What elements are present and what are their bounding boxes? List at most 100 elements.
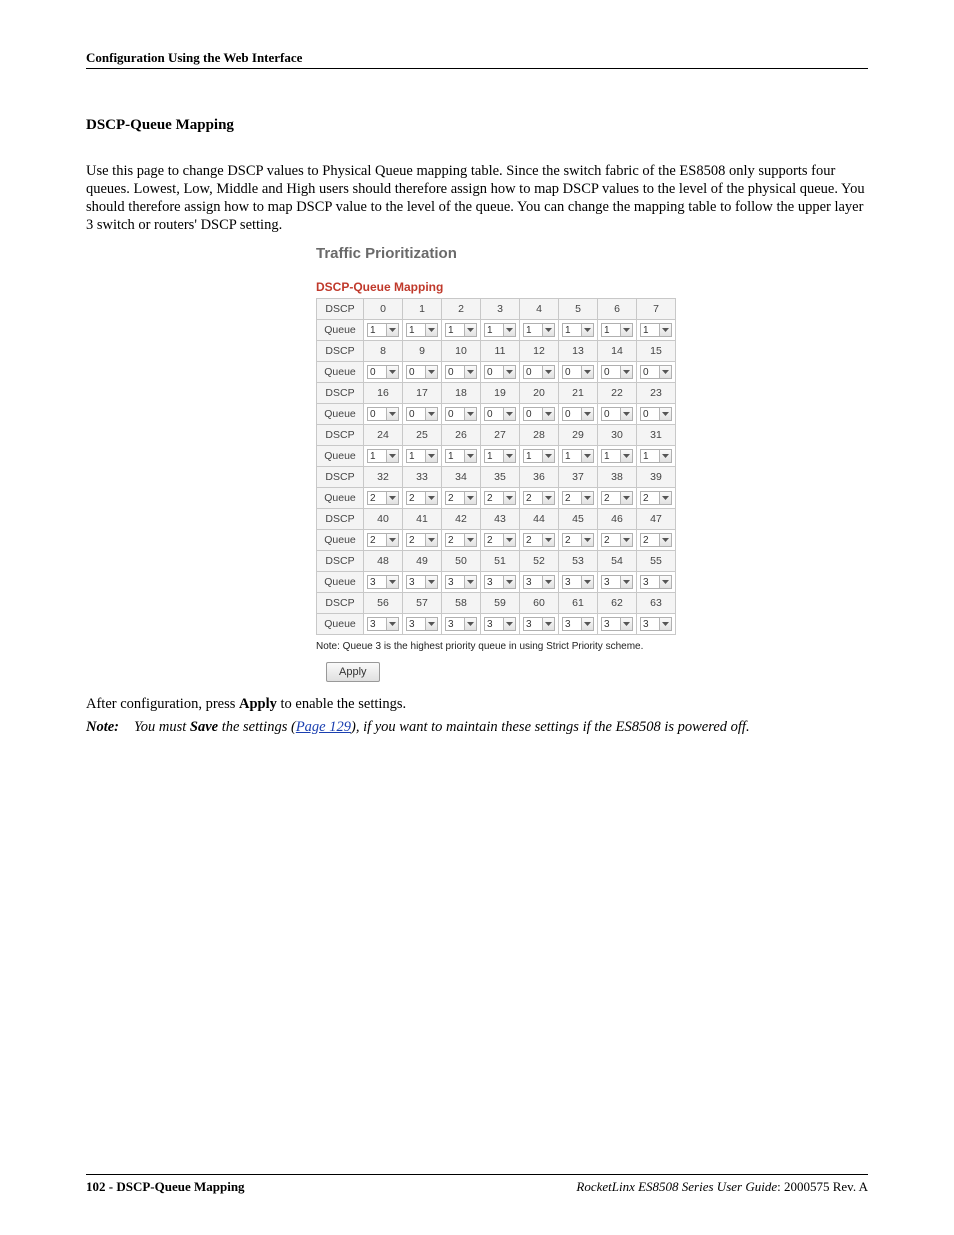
queue-select-value: 3 [524,618,542,630]
queue-select[interactable]: 1 [445,449,477,463]
queue-select[interactable]: 3 [523,575,555,589]
note-link[interactable]: Page 129 [296,719,351,735]
queue-select[interactable]: 0 [601,365,633,379]
queue-select[interactable]: 0 [445,407,477,421]
queue-select[interactable]: 2 [523,491,555,505]
queue-cell: 3 [364,613,403,634]
queue-select[interactable]: 2 [445,491,477,505]
queue-select[interactable]: 3 [484,617,516,631]
queue-select[interactable]: 1 [406,323,438,337]
queue-select[interactable]: 2 [562,491,594,505]
queue-select[interactable]: 2 [445,533,477,547]
queue-select[interactable]: 2 [601,533,633,547]
queue-select[interactable]: 0 [445,365,477,379]
queue-select[interactable]: 0 [601,407,633,421]
dscp-header-cell: 49 [403,550,442,571]
queue-select[interactable]: 1 [601,449,633,463]
queue-cell: 2 [403,529,442,550]
queue-select[interactable]: 0 [484,407,516,421]
queue-select[interactable]: 3 [601,575,633,589]
queue-select[interactable]: 1 [523,449,555,463]
queue-select[interactable]: 2 [484,491,516,505]
queue-select[interactable]: 3 [367,617,399,631]
queue-cell: 1 [598,319,637,340]
queue-select[interactable]: 3 [640,575,672,589]
queue-select[interactable]: 3 [367,575,399,589]
queue-select[interactable]: 0 [406,407,438,421]
chevron-down-icon [386,324,398,336]
queue-cell: 2 [364,487,403,508]
queue-select[interactable]: 2 [367,533,399,547]
dscp-header-cell: 46 [598,508,637,529]
queue-select[interactable]: 1 [601,323,633,337]
queue-select[interactable]: 0 [523,407,555,421]
queue-select[interactable]: 3 [523,617,555,631]
queue-cell: 1 [559,319,598,340]
dscp-header-cell: 50 [442,550,481,571]
queue-select[interactable]: 0 [406,365,438,379]
queue-select[interactable]: 0 [523,365,555,379]
queue-select[interactable]: 1 [367,323,399,337]
queue-select[interactable]: 1 [640,449,672,463]
queue-select[interactable]: 1 [562,449,594,463]
queue-select[interactable]: 2 [562,533,594,547]
queue-cell: 3 [403,613,442,634]
queue-select[interactable]: 2 [484,533,516,547]
queue-select[interactable]: 1 [562,323,594,337]
queue-select-value: 1 [602,450,620,462]
queue-select[interactable]: 3 [562,575,594,589]
queue-select[interactable]: 3 [445,575,477,589]
chevron-down-icon [542,492,554,504]
queue-cell: 0 [403,403,442,424]
queue-select[interactable]: 3 [406,575,438,589]
dscp-header-cell: 62 [598,592,637,613]
queue-select-value: 0 [368,366,386,378]
queue-select[interactable]: 1 [367,449,399,463]
queue-select[interactable]: 1 [640,323,672,337]
queue-select[interactable]: 0 [367,365,399,379]
queue-select[interactable]: 1 [406,449,438,463]
queue-select[interactable]: 2 [601,491,633,505]
chevron-down-icon [464,576,476,588]
queue-select[interactable]: 2 [523,533,555,547]
queue-select[interactable]: 0 [562,365,594,379]
after-bold: Apply [239,696,277,712]
queue-select-value: 2 [485,534,503,546]
note-mid: the settings ( [218,719,296,735]
queue-select[interactable]: 1 [445,323,477,337]
queue-select[interactable]: 1 [484,323,516,337]
queue-select-value: 0 [641,408,659,420]
queue-select[interactable]: 0 [367,407,399,421]
queue-select[interactable]: 3 [406,617,438,631]
queue-cell: 0 [598,403,637,424]
queue-select[interactable]: 2 [640,533,672,547]
queue-select-value: 3 [407,618,425,630]
queue-select[interactable]: 2 [367,491,399,505]
queue-select[interactable]: 0 [484,365,516,379]
queue-select[interactable]: 3 [601,617,633,631]
section-title: DSCP-Queue Mapping [86,117,868,134]
dscp-row-label: DSCP [317,424,364,445]
queue-select[interactable]: 2 [406,491,438,505]
queue-select[interactable]: 3 [640,617,672,631]
queue-select-value: 3 [485,576,503,588]
queue-select[interactable]: 3 [562,617,594,631]
dscp-header-cell: 8 [364,340,403,361]
queue-select[interactable]: 1 [523,323,555,337]
queue-select[interactable]: 2 [406,533,438,547]
queue-select[interactable]: 0 [562,407,594,421]
apply-button[interactable]: Apply [326,662,380,682]
queue-select[interactable]: 2 [640,491,672,505]
queue-select[interactable]: 0 [640,407,672,421]
dscp-header-cell: 51 [481,550,520,571]
queue-select[interactable]: 1 [484,449,516,463]
queue-select[interactable]: 3 [484,575,516,589]
dscp-header-cell: 22 [598,382,637,403]
queue-select[interactable]: 0 [640,365,672,379]
note-pre: You must [134,719,190,735]
dscp-header-cell: 30 [598,424,637,445]
queue-select[interactable]: 3 [445,617,477,631]
queue-cell: 2 [481,487,520,508]
queue-cell: 2 [442,529,481,550]
queue-cell: 2 [520,487,559,508]
